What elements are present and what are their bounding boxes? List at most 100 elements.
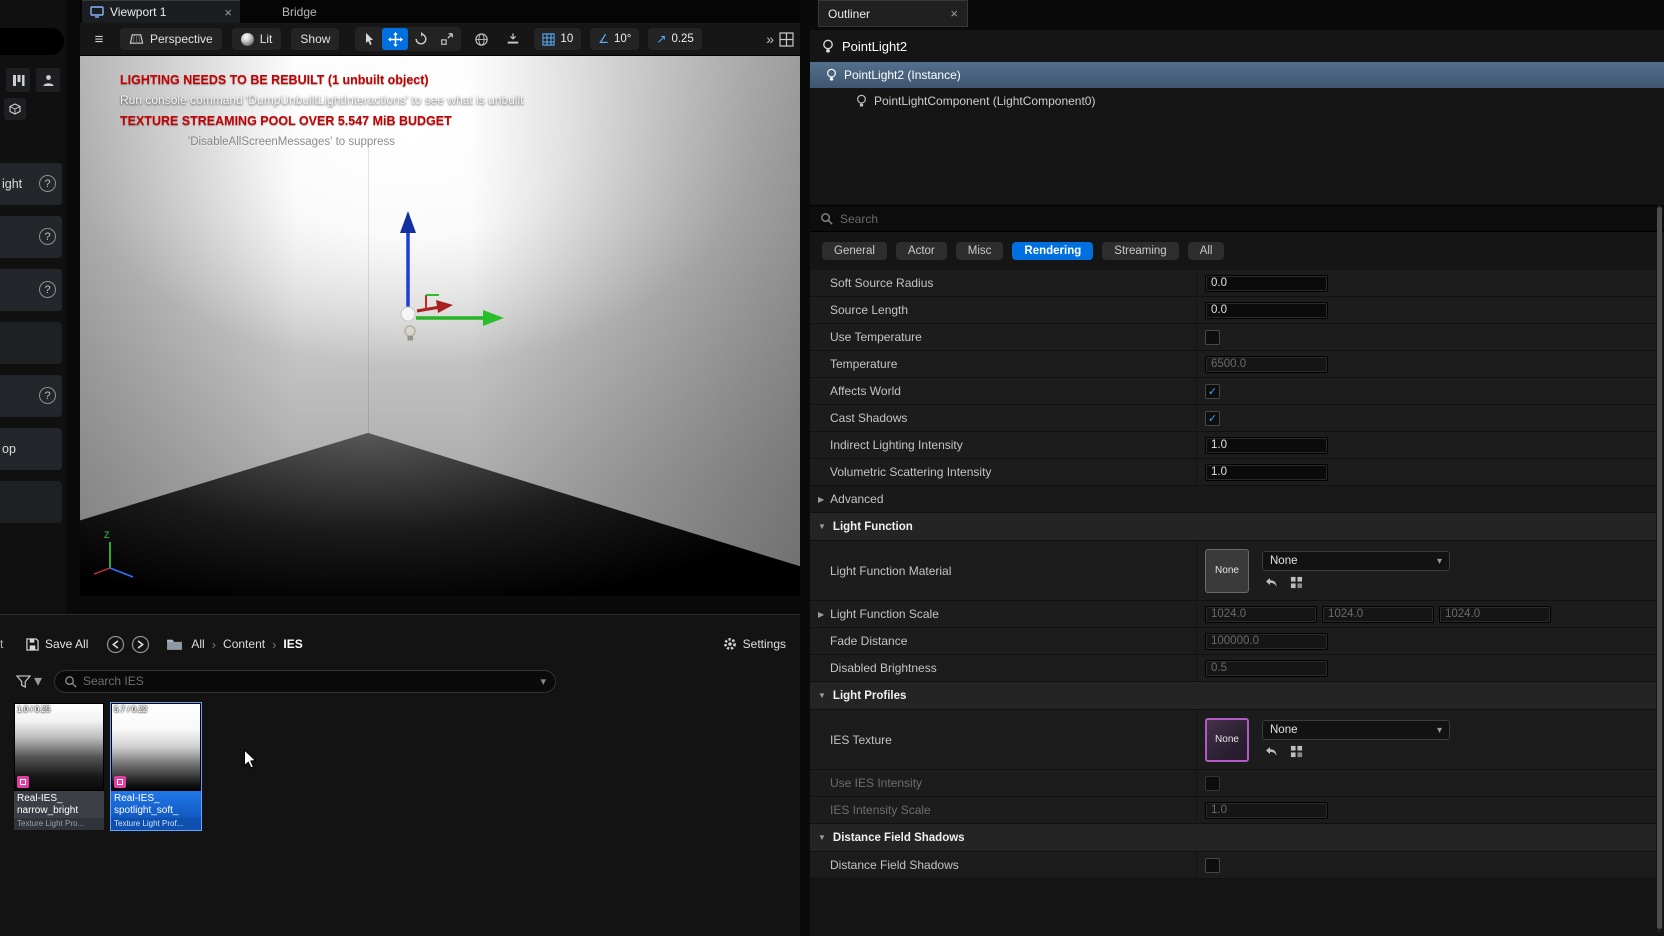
place-actor-item[interactable]: ? — [0, 216, 62, 258]
filter-streaming[interactable]: Streaming — [1102, 242, 1178, 260]
breadcrumb-sep-icon: › — [272, 637, 276, 652]
panel-icon-button-1[interactable] — [6, 68, 30, 92]
light-function-scale-z-input[interactable] — [1439, 606, 1551, 623]
asset-stat-overlay: 5.7 / 0.22 — [114, 705, 147, 714]
soft-source-radius-input[interactable] — [1205, 275, 1328, 292]
place-actor-item[interactable]: op — [0, 428, 62, 470]
indirect-lighting-intensity-input[interactable] — [1205, 437, 1328, 454]
browse-to-asset-button[interactable] — [1288, 575, 1305, 590]
tab-outliner[interactable]: Outliner × — [818, 0, 968, 27]
volumetric-scattering-intensity-input[interactable] — [1205, 464, 1328, 481]
search-icon — [64, 675, 77, 688]
tab-bridge[interactable]: Bridge — [270, 0, 329, 23]
ies-intensity-scale-input[interactable] — [1205, 802, 1328, 819]
row-ies-intensity-scale: IES Intensity Scale — [810, 797, 1656, 824]
temperature-input[interactable] — [1205, 356, 1328, 373]
viewport-menu-button[interactable]: ≡ — [88, 28, 110, 50]
tab-viewport-1[interactable]: Viewport 1 × — [82, 0, 240, 23]
scale-tool[interactable] — [434, 28, 460, 50]
viewport-canvas[interactable]: LIGHTING NEEDS TO BE REBUILT (1 unbuilt … — [80, 56, 800, 596]
disabled-brightness-input[interactable] — [1205, 660, 1328, 677]
light-function-scale-x-input[interactable] — [1205, 606, 1317, 623]
light-function-material-thumbnail[interactable]: None — [1205, 549, 1249, 593]
panel-icon-button-2[interactable] — [36, 68, 60, 92]
move-tool[interactable] — [382, 28, 408, 50]
help-icon[interactable]: ? — [39, 228, 56, 245]
use-temperature-checkbox[interactable] — [1205, 330, 1220, 345]
rotate-tool[interactable] — [408, 28, 434, 50]
back-button[interactable] — [106, 635, 125, 654]
forward-button[interactable] — [131, 635, 150, 654]
fade-distance-input[interactable] — [1205, 633, 1328, 650]
transform-tools — [355, 27, 461, 51]
cast-shadows-checkbox[interactable]: ✓ — [1205, 411, 1220, 426]
filter-button[interactable]: ▾ — [16, 671, 42, 691]
close-icon[interactable]: × — [950, 6, 958, 21]
asset-card-narrow-bright[interactable]: 1.0 / 0.25 Real-IES_ narrow_bright Textu… — [14, 703, 104, 830]
breadcrumb-content[interactable]: Content — [223, 637, 265, 651]
place-actor-item[interactable] — [0, 322, 62, 364]
scale-icon — [440, 32, 454, 46]
light-function-scale-y-input[interactable] — [1322, 606, 1434, 623]
advanced-expander[interactable]: ▶ Advanced — [810, 486, 1656, 513]
select-tool[interactable] — [356, 28, 382, 50]
asset-thumbnail: 1.0 / 0.25 — [14, 703, 104, 791]
help-icon[interactable]: ? — [39, 281, 56, 298]
perspective-button[interactable]: Perspective — [120, 28, 222, 50]
asset-search-box[interactable]: ▾ — [54, 670, 556, 693]
filter-all[interactable]: All — [1188, 242, 1225, 260]
light-function-material-dropdown[interactable]: None ▾ — [1262, 551, 1450, 571]
source-length-input[interactable] — [1205, 302, 1328, 319]
affects-world-checkbox[interactable]: ✓ — [1205, 384, 1220, 399]
place-actor-item[interactable]: ? — [0, 375, 62, 417]
distance-field-shadows-checkbox[interactable] — [1205, 858, 1220, 873]
filter-rendering[interactable]: Rendering — [1012, 242, 1093, 260]
filter-general[interactable]: General — [822, 242, 887, 260]
save-icon — [26, 638, 39, 651]
grid-snap-toggle[interactable]: 10 — [534, 28, 581, 50]
toolbar-overflow-button[interactable]: » — [766, 31, 773, 47]
breadcrumb-ies[interactable]: IES — [283, 637, 302, 651]
save-all-button[interactable]: Save All — [26, 637, 88, 651]
breadcrumb-all[interactable]: All — [191, 637, 204, 651]
asset-name: Real-IES_ narrow_bright — [14, 791, 104, 818]
help-icon[interactable]: ? — [39, 387, 56, 404]
place-actor-item[interactable]: ? — [0, 269, 62, 311]
use-ies-intensity-checkbox[interactable] — [1205, 776, 1220, 791]
viewport-layout-button[interactable] — [779, 32, 794, 47]
use-selected-asset-button[interactable] — [1262, 744, 1279, 759]
asset-type-caption: Texture Light Pro... — [14, 818, 104, 830]
filter-misc[interactable]: Misc — [956, 242, 1004, 260]
tree-row-component[interactable]: PointLightComponent (LightComponent0) — [810, 88, 1664, 114]
lit-mode-button[interactable]: Lit — [232, 28, 282, 50]
rotation-snap-toggle[interactable]: ∠ 10° — [590, 28, 639, 50]
details-scrollbar-thumb[interactable] — [1657, 207, 1662, 929]
ies-texture-dropdown[interactable]: None ▾ — [1262, 720, 1450, 740]
light-profiles-section[interactable]: ▼ Light Profiles — [810, 682, 1656, 710]
distance-field-shadows-section[interactable]: ▼ Distance Field Shadows — [810, 824, 1656, 852]
asset-search-input[interactable] — [83, 674, 534, 688]
chevron-down-icon: ▼ — [818, 833, 826, 842]
settings-button[interactable]: Settings — [723, 637, 786, 651]
light-function-section[interactable]: ▼ Light Function — [810, 513, 1656, 541]
use-selected-asset-button[interactable] — [1262, 575, 1279, 590]
transform-gizmo[interactable]: Z — [80, 56, 800, 596]
close-icon[interactable]: × — [224, 5, 232, 20]
tree-row-instance[interactable]: PointLight2 (Instance) — [810, 62, 1664, 88]
details-search[interactable] — [810, 205, 1664, 232]
ies-texture-thumbnail[interactable]: None — [1205, 718, 1249, 762]
show-button[interactable]: Show — [291, 28, 339, 50]
left-pill-button[interactable] — [0, 28, 64, 55]
help-icon[interactable]: ? — [39, 175, 56, 192]
surface-snap-toggle[interactable] — [501, 28, 525, 50]
scale-snap-toggle[interactable]: ↗ 0.25 — [648, 28, 701, 50]
perspective-icon — [129, 33, 144, 45]
place-actor-item[interactable] — [0, 481, 62, 523]
filter-actor[interactable]: Actor — [896, 242, 947, 260]
details-search-input[interactable] — [840, 212, 1664, 226]
world-space-toggle[interactable] — [469, 28, 493, 50]
browse-to-asset-button[interactable] — [1288, 744, 1305, 759]
place-actor-item[interactable]: ight ? — [0, 163, 62, 205]
asset-card-spotlight-soft[interactable]: 5.7 / 0.22 Real-IES_ spotlight_soft_ Tex… — [111, 703, 201, 830]
panel-icon-button-3[interactable] — [4, 98, 26, 120]
